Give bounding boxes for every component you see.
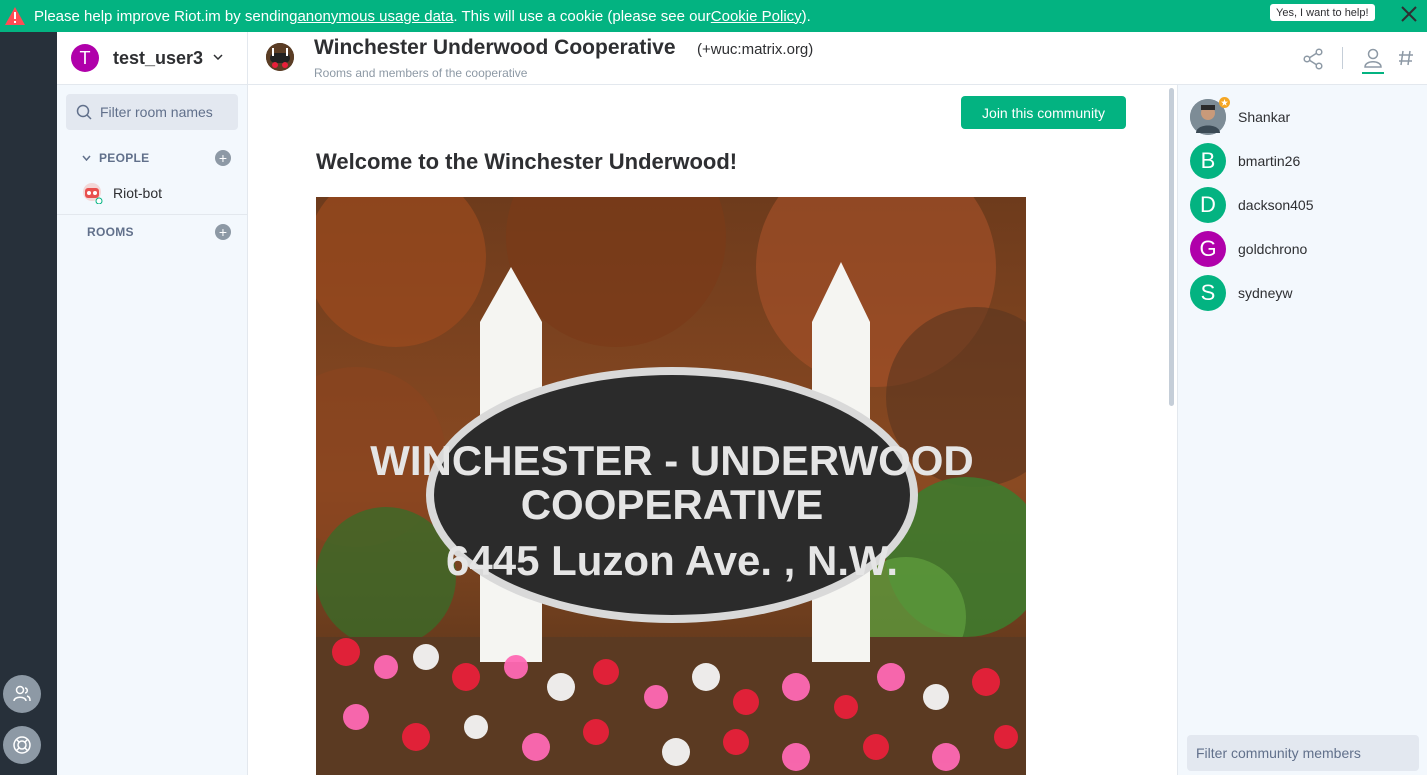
add-person-button[interactable]: + (215, 150, 231, 166)
usage-data-banner: Please help improve Riot.im by sending a… (0, 0, 1427, 32)
member-avatar: G (1190, 231, 1226, 267)
section-divider (57, 214, 247, 215)
member-item[interactable]: B bmartin26 (1190, 142, 1420, 180)
people-section-header[interactable]: PEOPLE + (57, 146, 247, 170)
hash-icon[interactable] (1398, 49, 1414, 67)
member-avatar: D (1190, 187, 1226, 223)
sign-line-1: WINCHESTER - UNDERWOOD (370, 437, 974, 484)
community-sign-photo: WINCHESTER - UNDERWOOD COOPERATIVE 6445 … (316, 197, 1026, 775)
people-section-label: PEOPLE (99, 151, 150, 165)
member-name: goldchrono (1238, 241, 1308, 257)
member-list-panel: Shankar B bmartin26 D dackson405 G goldc… (1177, 85, 1427, 775)
member-filter-input[interactable]: Filter community members (1187, 735, 1419, 771)
yes-i-want-to-help-button[interactable]: Yes, I want to help! (1270, 4, 1375, 21)
member-item[interactable]: G goldchrono (1190, 230, 1420, 268)
member-avatar (1190, 97, 1230, 135)
user-menu[interactable]: T test_user3 (57, 32, 247, 85)
active-tab-underline (1362, 72, 1384, 74)
user-avatar[interactable]: T (71, 44, 99, 72)
help-lifebuoy-icon[interactable] (3, 726, 41, 764)
welcome-heading: Welcome to the Winchester Underwood! (316, 149, 738, 174)
riot-bot-avatar (81, 182, 103, 205)
join-community-button[interactable]: Join this community (961, 96, 1126, 129)
member-name: bmartin26 (1238, 153, 1301, 169)
room-item-label: Riot-bot (113, 185, 163, 201)
room-item-riot-bot[interactable]: Riot-bot (57, 180, 247, 206)
community-home: Join this community Welcome to the Winch… (248, 85, 1168, 775)
share-icon[interactable] (1302, 48, 1324, 70)
banner-text-middle: . This will use a cookie (please see our (453, 7, 711, 25)
community-id: (+wuc:matrix.org) (697, 41, 814, 58)
close-icon[interactable] (1398, 3, 1420, 25)
room-list-panel: T test_user3 Filter room names PEOPLE + … (57, 32, 248, 775)
community-description: Rooms and members of the cooperative (314, 66, 528, 80)
banner-text-end: ). (801, 7, 811, 25)
user-name[interactable]: test_user3 (113, 48, 203, 69)
admin-star-icon (1219, 97, 1230, 108)
person-icon[interactable] (1363, 47, 1383, 69)
member-name: dackson405 (1238, 197, 1314, 213)
app-sidebar-strip (0, 32, 57, 775)
member-filter-placeholder: Filter community members (1196, 745, 1361, 761)
anonymous-usage-data-link[interactable]: anonymous usage data (297, 8, 453, 25)
community-name: Winchester Underwood Cooperative (314, 36, 676, 59)
community-avatar[interactable] (266, 43, 294, 71)
sign-line-2: COOPERATIVE (521, 481, 824, 528)
member-item[interactable]: Shankar (1190, 97, 1420, 136)
community-header: Winchester Underwood Cooperative (+wuc:m… (248, 32, 1427, 85)
header-divider (1342, 47, 1343, 69)
rooms-section-label: ROOMS (87, 225, 134, 239)
member-item[interactable]: D dackson405 (1190, 186, 1420, 224)
scrollbar-thumb[interactable] (1169, 88, 1174, 406)
warning-icon (5, 7, 25, 25)
room-filter-placeholder: Filter room names (100, 104, 213, 120)
cookie-policy-link[interactable]: Cookie Policy (711, 8, 802, 25)
chevron-down-icon[interactable] (213, 54, 223, 60)
chevron-down-icon[interactable] (82, 155, 91, 161)
member-avatar: B (1190, 143, 1226, 179)
rooms-section-header[interactable]: ROOMS + (57, 220, 247, 244)
member-name: Shankar (1238, 109, 1291, 125)
sign-line-3: 6445 Luzon Ave. , N.W. (446, 537, 898, 584)
add-room-button[interactable]: + (215, 224, 231, 240)
search-icon (76, 104, 92, 120)
room-filter-input[interactable]: Filter room names (66, 94, 238, 130)
member-item[interactable]: S sydneyw (1190, 274, 1420, 312)
member-name: sydneyw (1238, 285, 1293, 301)
member-avatar: S (1190, 275, 1226, 311)
banner-text-start: Please help improve Riot.im by sending (34, 7, 298, 25)
people-icon[interactable] (3, 675, 41, 713)
